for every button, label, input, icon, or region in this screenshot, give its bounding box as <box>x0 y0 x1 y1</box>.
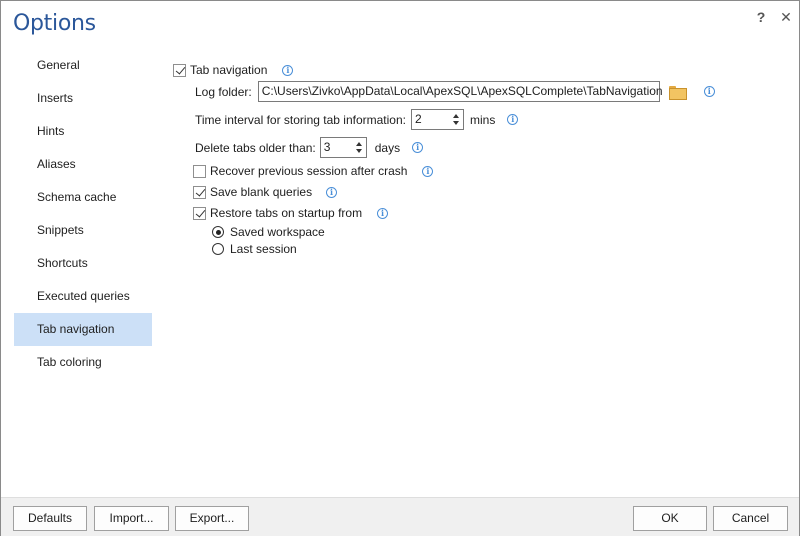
save-blank-row: Save blank queries i <box>193 185 338 199</box>
restore-tabs-checkbox[interactable] <box>193 206 206 220</box>
time-interval-stepper[interactable]: 2 <box>410 109 464 130</box>
nav-item-shortcuts[interactable]: Shortcuts <box>14 247 152 280</box>
delete-tabs-value: 3 <box>323 140 331 154</box>
stepper-arrows[interactable] <box>449 110 463 129</box>
dialog-title: Options <box>13 11 96 36</box>
save-blank-label: Save blank queries <box>210 185 313 199</box>
stepper-up-icon[interactable] <box>452 114 459 118</box>
delete-tabs-label: Delete tabs older than: <box>195 140 316 155</box>
browse-folder-icon[interactable] <box>668 85 687 100</box>
last-session-radio[interactable] <box>212 243 224 255</box>
nav-item-tab-coloring[interactable]: Tab coloring <box>14 346 152 379</box>
restore-tabs-label: Restore tabs on startup from <box>210 206 363 220</box>
nav-item-tab-navigation[interactable]: Tab navigation <box>14 313 152 346</box>
nav-item-inserts[interactable]: Inserts <box>14 82 152 115</box>
defaults-button[interactable]: Defaults <box>13 506 87 531</box>
saved-workspace-label: Saved workspace <box>230 225 325 239</box>
saved-workspace-row: Saved workspace <box>212 225 325 239</box>
tab-navigation-row: Tab navigation i <box>173 63 294 77</box>
info-icon[interactable]: i <box>422 165 434 177</box>
delete-tabs-stepper[interactable]: 3 <box>319 137 367 158</box>
log-folder-row: Log folder: C:\Users\Zivko\AppData\Local… <box>195 81 715 102</box>
recover-session-label: Recover previous session after crash <box>210 164 408 178</box>
info-icon[interactable]: i <box>326 186 338 198</box>
nav-item-aliases[interactable]: Aliases <box>14 148 152 181</box>
log-folder-label: Log folder: <box>195 84 252 99</box>
saved-workspace-radio[interactable] <box>212 226 224 238</box>
info-icon[interactable]: i <box>282 64 294 76</box>
info-icon[interactable]: i <box>507 114 519 125</box>
save-blank-checkbox[interactable] <box>193 185 206 199</box>
time-interval-value: 2 <box>414 112 422 126</box>
time-interval-row: Time interval for storing tab informatio… <box>195 109 519 130</box>
nav-item-general[interactable]: General <box>14 49 152 82</box>
help-button[interactable]: ? <box>751 7 771 27</box>
info-icon[interactable]: i <box>377 207 389 219</box>
stepper-down-icon[interactable] <box>355 149 362 153</box>
options-nav: General Inserts Hints Aliases Schema cac… <box>14 49 152 379</box>
export-button[interactable]: Export... <box>175 506 249 531</box>
import-button[interactable]: Import... <box>94 506 169 531</box>
recover-session-checkbox[interactable] <box>193 164 206 178</box>
close-button[interactable]: ✕ <box>776 7 796 27</box>
nav-item-snippets[interactable]: Snippets <box>14 214 152 247</box>
stepper-up-icon[interactable] <box>355 142 362 146</box>
info-icon[interactable]: i <box>703 86 715 97</box>
log-folder-input[interactable]: C:\Users\Zivko\AppData\Local\ApexSQL\Ape… <box>257 81 663 102</box>
last-session-row: Last session <box>212 242 297 256</box>
delete-tabs-row: Delete tabs older than: 3 days i <box>195 137 424 158</box>
tab-navigation-label: Tab navigation <box>190 63 268 77</box>
tab-navigation-checkbox[interactable] <box>173 63 186 77</box>
nav-item-hints[interactable]: Hints <box>14 115 152 148</box>
info-icon[interactable]: i <box>412 142 424 153</box>
nav-item-executed-queries[interactable]: Executed queries <box>14 280 152 313</box>
stepper-down-icon[interactable] <box>452 121 459 125</box>
stepper-arrows[interactable] <box>352 138 366 157</box>
time-interval-label: Time interval for storing tab informatio… <box>195 112 406 127</box>
options-dialog: Options ? ✕ General Inserts Hints Aliase… <box>0 0 800 536</box>
nav-item-schema-cache[interactable]: Schema cache <box>14 181 152 214</box>
cancel-button[interactable]: Cancel <box>713 506 788 531</box>
last-session-label: Last session <box>230 242 297 256</box>
ok-button[interactable]: OK <box>633 506 707 531</box>
recover-session-row: Recover previous session after crash i <box>193 164 434 178</box>
delete-tabs-unit: days <box>374 140 401 155</box>
dialog-footer: Defaults Import... Export... OK Cancel <box>1 497 799 536</box>
time-interval-unit: mins <box>469 112 496 127</box>
restore-tabs-row: Restore tabs on startup from i <box>193 206 389 220</box>
